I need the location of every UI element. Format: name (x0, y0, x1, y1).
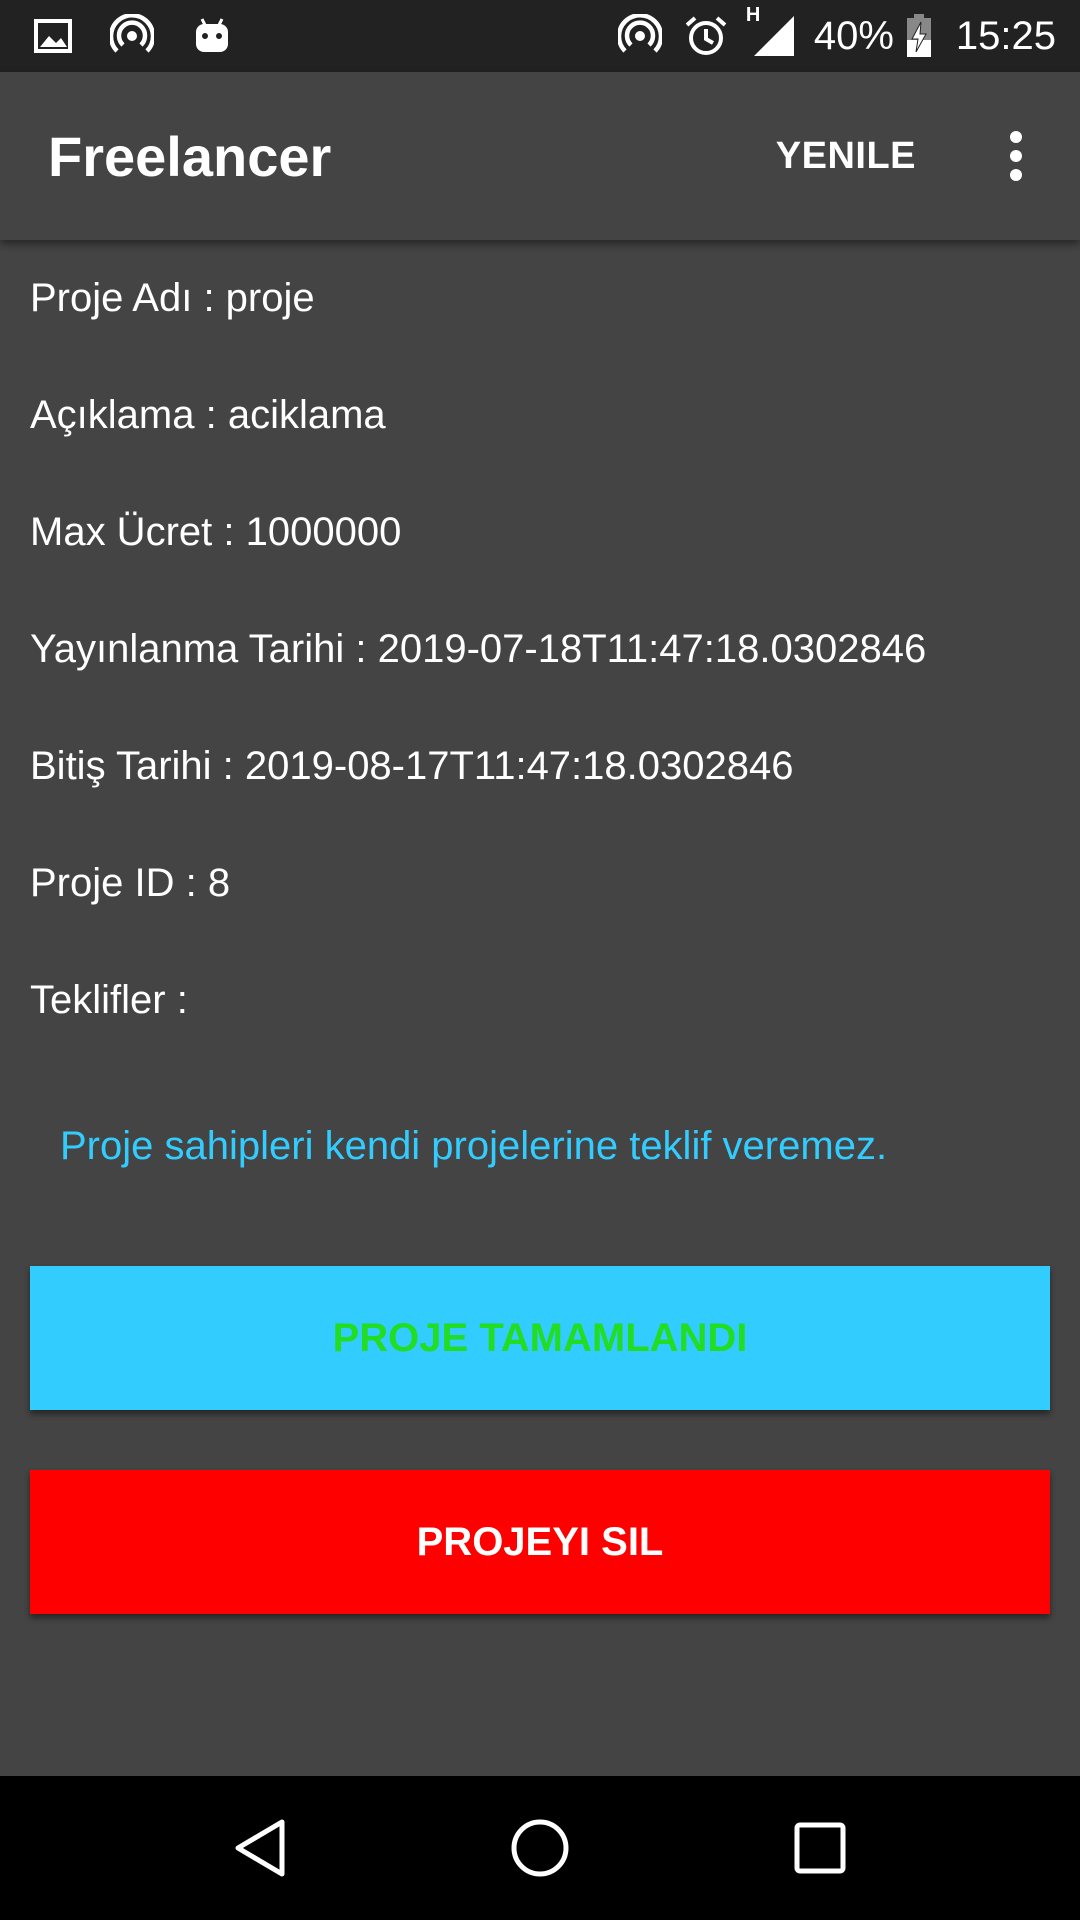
app-title: Freelancer (48, 124, 332, 188)
back-icon[interactable] (210, 1798, 310, 1898)
android-icon (192, 16, 232, 56)
alarm-icon (684, 14, 728, 58)
project-description: Açıklama : aciklama (30, 393, 386, 437)
nav-bar (0, 1776, 1080, 1920)
status-right: H 40% 15:25 (596, 4, 1056, 59)
hotspot-icon (110, 14, 154, 58)
project-offers: Teklifler : (30, 978, 188, 1022)
project-name: Proje Adı : proje (30, 276, 315, 320)
screen: H 40% 15:25 Freelancer YENILE Proje Adı … (0, 0, 1080, 1920)
project-id: Proje ID : 8 (30, 861, 231, 905)
project-publish-date: Yayınlanma Tarihi : 2019-07-18T11:47:18.… (30, 627, 927, 671)
network-type: H (745, 4, 761, 26)
hotspot-icon (617, 14, 662, 58)
delete-project-button[interactable]: PROJEYI SIL (30, 1470, 1050, 1614)
project-max-fee: Max Ücret : 1000000 (30, 510, 402, 554)
project-end-date: Bitiş Tarihi : 2019-08-17T11:47:18.03028… (30, 744, 794, 788)
status-bar: H 40% 15:25 (0, 0, 1080, 72)
owner-note: Proje sahipleri kendi projelerine teklif… (60, 1124, 888, 1168)
battery-percent: 40% (813, 13, 894, 58)
signal-icon: H (746, 4, 796, 58)
battery-icon (906, 14, 932, 58)
clock: 15:25 (955, 13, 1056, 58)
recents-icon[interactable] (770, 1798, 870, 1898)
image-icon (34, 19, 72, 53)
refresh-button[interactable]: YENILE (776, 135, 916, 178)
app-bar: Freelancer YENILE (0, 72, 1080, 240)
status-left (34, 14, 270, 58)
home-icon[interactable] (490, 1798, 590, 1898)
more-vert-icon[interactable] (986, 116, 1046, 196)
complete-project-button[interactable]: PROJE TAMAMLANDI (30, 1266, 1050, 1410)
